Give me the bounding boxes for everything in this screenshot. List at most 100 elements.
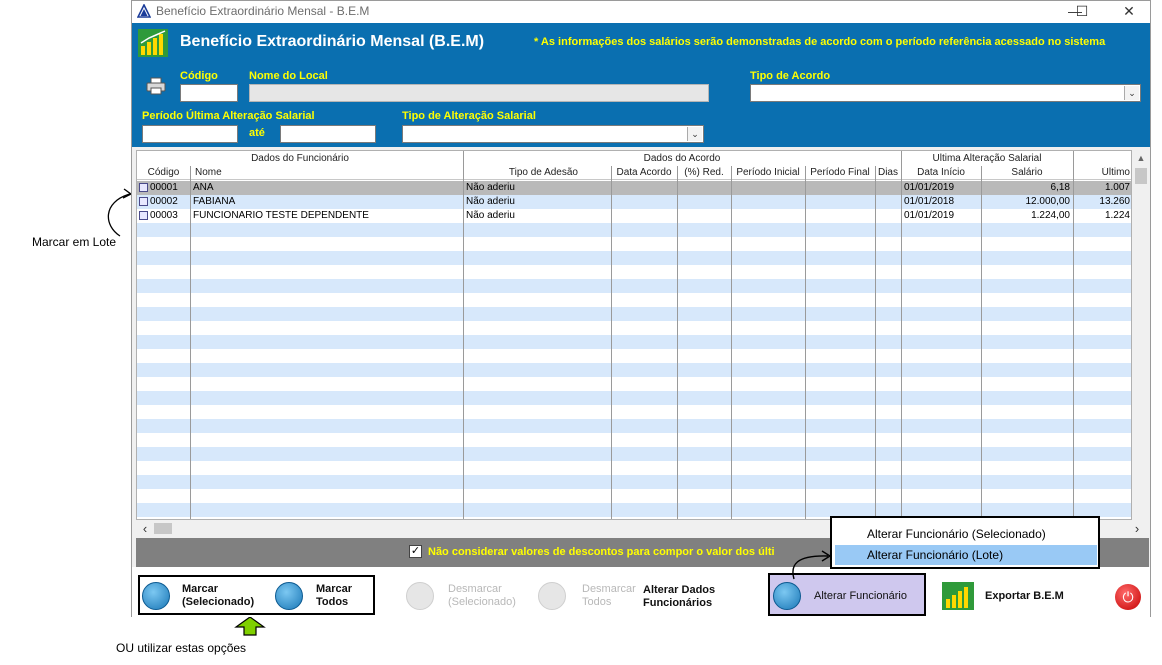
- table-row[interactable]: [137, 475, 1131, 489]
- table-row[interactable]: [137, 321, 1131, 335]
- table-cell-nome: FABIANA: [193, 196, 236, 207]
- table-row[interactable]: [137, 293, 1131, 307]
- descontos-checkbox-label[interactable]: Não considerar valores de descontos para…: [428, 546, 775, 558]
- table-cell-red: [677, 181, 731, 195]
- close-button[interactable]: ✕: [1114, 2, 1144, 22]
- maximize-button[interactable]: ☐: [1067, 2, 1097, 22]
- table-cell-salario: 12.000,00: [1025, 196, 1071, 207]
- group-header-funcionario: Dados do Funcionário: [251, 153, 349, 164]
- table-row[interactable]: [137, 251, 1131, 265]
- descontos-checkbox[interactable]: ✓: [409, 545, 422, 558]
- table-row[interactable]: [137, 447, 1131, 461]
- periodo-inicio-input[interactable]: [142, 125, 238, 143]
- table-row[interactable]: [137, 223, 1131, 237]
- ate-label: até: [249, 127, 265, 139]
- table-cell-dias: [875, 181, 901, 195]
- vertical-scrollbar[interactable]: ▲: [1133, 150, 1149, 520]
- export-chart-icon[interactable]: [942, 582, 974, 610]
- table-row[interactable]: 00001 ANA Não aderiu 01/01/2019 6,18 1.007: [137, 181, 1131, 195]
- window-title: Benefício Extraordinário Mensal - B.E.M: [156, 4, 370, 18]
- grid-divider: [463, 151, 464, 519]
- title-bar: Benefício Extraordinário Mensal - B.E.M …: [132, 1, 1150, 23]
- periodo-fim-input[interactable]: [280, 125, 376, 143]
- table-row[interactable]: [137, 335, 1131, 349]
- table-row[interactable]: 00003 FUNCIONARIO TESTE DEPENDENTE Não ade…: [137, 209, 1131, 223]
- table-row[interactable]: [137, 265, 1131, 279]
- table-cell-salario: 6,18: [1050, 182, 1070, 193]
- employee-grid: Dados do Funcionário Dados do Acordo Ult…: [136, 150, 1132, 520]
- col-header-tipo-adesao[interactable]: Tipo de Adesão: [463, 167, 611, 178]
- col-header-nome[interactable]: Nome: [195, 167, 463, 178]
- table-row[interactable]: [137, 237, 1131, 251]
- power-icon[interactable]: ⏻: [1115, 584, 1141, 610]
- scroll-right-icon[interactable]: ›: [1130, 520, 1144, 537]
- col-header-periodo-final[interactable]: Período Final: [805, 167, 875, 178]
- col-header-salario[interactable]: Salário: [981, 167, 1073, 178]
- alterar-dados-button[interactable]: Alterar Dados Funcionários: [643, 584, 733, 610]
- scroll-thumb[interactable]: [1135, 168, 1147, 184]
- grid-divider: [190, 166, 191, 519]
- info-note: * As informações dos salários serão demo…: [534, 36, 1106, 48]
- annotation-arrow-to-lote: [792, 550, 832, 580]
- nome-local-input: [249, 84, 709, 102]
- green-up-arrow-icon: [234, 616, 266, 636]
- table-row[interactable]: [137, 307, 1131, 321]
- table-row[interactable]: [137, 377, 1131, 391]
- table-row[interactable]: [137, 503, 1131, 517]
- menu-item-alterar-selecionado[interactable]: Alterar Funcionário (Selecionado): [835, 524, 1097, 544]
- desmarcar-todos-button[interactable]: Desmarcar Todos: [582, 583, 642, 609]
- alterar-funcionario-button[interactable]: Alterar Funcionário: [814, 590, 924, 603]
- table-cell-ultimo: 1.007: [1104, 182, 1130, 193]
- table-row[interactable]: [137, 433, 1131, 447]
- printer-icon[interactable]: [146, 77, 166, 95]
- col-header-periodo-inicial[interactable]: Período Inicial: [731, 167, 805, 178]
- table-row[interactable]: [137, 405, 1131, 419]
- table-row[interactable]: [137, 489, 1131, 503]
- table-cell-p_ini: [731, 195, 805, 209]
- table-row[interactable]: [137, 391, 1131, 405]
- col-header-ultimo[interactable]: Último: [1073, 167, 1131, 178]
- check-icon[interactable]: [142, 582, 170, 610]
- up-arrow-icon[interactable]: [773, 582, 801, 610]
- grid-divider: [611, 166, 612, 519]
- table-cell-data_acordo: [611, 181, 677, 195]
- col-header-dias[interactable]: Dias: [875, 167, 901, 178]
- table-row[interactable]: [137, 461, 1131, 475]
- table-cell-data_inicio: 01/01/2019: [904, 182, 955, 193]
- marcar-todos-button[interactable]: Marcar Todos: [316, 583, 366, 609]
- double-check-icon[interactable]: [275, 582, 303, 610]
- codigo-input[interactable]: [180, 84, 238, 102]
- nome-local-label: Nome do Local: [249, 70, 328, 82]
- col-header-data-inicio[interactable]: Data Início: [901, 167, 981, 178]
- table-row[interactable]: [137, 349, 1131, 363]
- tipo-acordo-select[interactable]: ⌄: [750, 84, 1141, 102]
- table-cell-adesao: Não aderiu: [466, 182, 515, 193]
- uncheck-all-icon[interactable]: [538, 582, 566, 610]
- uncheck-icon[interactable]: [406, 582, 434, 610]
- scroll-up-icon[interactable]: ▲: [1133, 150, 1149, 167]
- chevron-down-icon[interactable]: ⌄: [687, 127, 702, 141]
- table-cell-dias: [875, 209, 901, 223]
- chevron-down-icon[interactable]: ⌄: [1124, 86, 1139, 100]
- scroll-thumb-horizontal[interactable]: [154, 523, 172, 534]
- table-cell-p_ini: [731, 181, 805, 195]
- table-cell-p_fim: [805, 181, 875, 195]
- marcar-selecionado-button[interactable]: Marcar (Selecionado): [182, 583, 268, 609]
- col-header-red[interactable]: (%) Red.: [677, 167, 731, 178]
- table-row[interactable]: 00002 FABIANA Não aderiu 01/01/2018 12.000,0…: [137, 195, 1131, 209]
- table-row[interactable]: [137, 419, 1131, 433]
- col-header-codigo[interactable]: Código: [137, 167, 190, 178]
- periodo-label: Período Última Alteração Salarial: [142, 110, 315, 122]
- desmarcar-selecionado-button[interactable]: Desmarcar (Selecionado): [448, 583, 528, 609]
- table-row[interactable]: [137, 279, 1131, 293]
- alterar-funcionario-menu: Alterar Funcionário (Selecionado) Altera…: [830, 516, 1100, 569]
- table-cell-nome: ANA: [193, 182, 214, 193]
- menu-item-alterar-lote[interactable]: Alterar Funcionário (Lote): [835, 545, 1097, 565]
- exportar-bem-button[interactable]: Exportar B.E.M: [985, 590, 1075, 603]
- table-row[interactable]: [137, 363, 1131, 377]
- table-cell-nome: FUNCIONARIO TESTE DEPENDENTE: [193, 210, 369, 221]
- scroll-left-icon[interactable]: ‹: [138, 520, 152, 537]
- table-cell-red: [677, 195, 731, 209]
- tipo-alteracao-select[interactable]: ⌄: [402, 125, 704, 143]
- col-header-data-acordo[interactable]: Data Acordo: [611, 167, 677, 178]
